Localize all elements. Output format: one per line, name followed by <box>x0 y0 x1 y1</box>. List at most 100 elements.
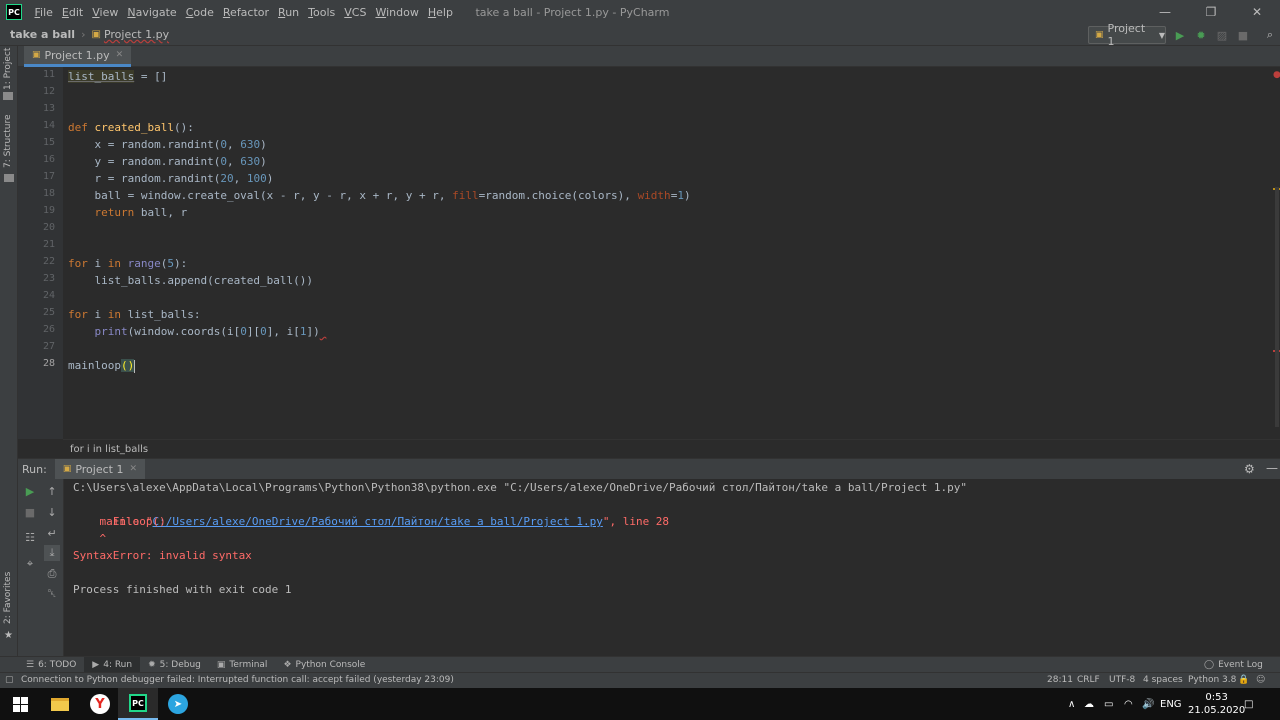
debug-tool-button[interactable]: ✹ 5: Debug <box>140 657 209 673</box>
wifi-icon[interactable]: ◠ <box>1124 688 1133 720</box>
onedrive-icon[interactable]: ☁ <box>1084 688 1094 720</box>
gear-icon[interactable]: ⚙ <box>1244 462 1255 476</box>
code-editor[interactable]: list_balls = [] def created_ball(): x = … <box>63 67 1273 439</box>
soft-wrap-icon[interactable]: ↵ <box>44 525 60 541</box>
line-number: 11 <box>42 69 55 80</box>
line-number: 24 <box>42 290 55 301</box>
status-toggle-icon[interactable]: ▢ <box>5 675 14 685</box>
run-tool-button[interactable]: ▶ 4: Run <box>84 656 141 673</box>
code-line-11: list_balls = [] <box>68 70 168 83</box>
menu-navigate[interactable]: Navigate <box>123 6 181 19</box>
pycharm-taskbar-icon[interactable]: PC <box>118 688 158 720</box>
arrow-up-icon[interactable]: ↑ <box>44 483 60 499</box>
console-traceback-file: File "C:/Users/alexe/OneDrive/Рабочий ст… <box>73 496 669 528</box>
rerun-icon[interactable]: ▶ <box>22 483 38 499</box>
line-number: 20 <box>42 222 55 233</box>
run-icon[interactable]: ▶ <box>1172 27 1188 43</box>
code-breadcrumb[interactable]: for i in list_balls <box>63 439 1280 458</box>
line-number: 14 <box>42 120 55 131</box>
indent-setting[interactable]: 4 spaces <box>1143 675 1183 685</box>
show-hidden-icons[interactable]: ∧ <box>1068 688 1075 720</box>
terminal-tool-button[interactable]: ▣ Terminal <box>209 657 276 673</box>
coverage-icon[interactable]: ▨ <box>1214 27 1230 43</box>
input-language[interactable]: ENG <box>1160 688 1182 720</box>
stop-icon[interactable]: ■ <box>22 504 38 520</box>
stop-icon[interactable]: ■ <box>1235 27 1251 43</box>
minimize-icon[interactable]: — <box>1142 0 1188 24</box>
menu-tools[interactable]: Tools <box>304 6 340 19</box>
notifications-icon[interactable]: □ <box>1244 688 1253 720</box>
event-log-label: Event Log <box>1218 659 1263 670</box>
menu-code[interactable]: Code <box>181 6 218 19</box>
line-number: 18 <box>42 188 55 199</box>
run-panel-label: Run: <box>22 462 47 476</box>
traceback-file-link[interactable]: C:/Users/alexe/OneDrive/Рабочий стол/Пай… <box>152 515 602 528</box>
volume-icon[interactable]: 🔊 <box>1142 688 1154 720</box>
event-log-tool-button[interactable]: ◯ Event Log <box>1196 657 1271 673</box>
telegram-icon[interactable]: ➤ <box>158 688 198 720</box>
scroll-to-end-icon[interactable]: ⤓ <box>44 545 60 561</box>
breadcrumb-project[interactable]: take a ball <box>10 28 75 41</box>
python-console-tool-button[interactable]: ❖ Python Console <box>275 657 373 673</box>
line-separator[interactable]: CRLF <box>1077 675 1100 685</box>
interpreter-setting[interactable]: Python 3.8 <box>1188 675 1236 685</box>
windows-start-icon[interactable] <box>0 688 40 720</box>
menu-refactor[interactable]: Refactor <box>218 6 273 19</box>
inspector-icon[interactable]: ☺ <box>1256 675 1265 685</box>
favorites-tool-tab[interactable]: 2: Favorites <box>3 572 13 624</box>
file-encoding[interactable]: UTF-8 <box>1109 675 1135 685</box>
close-icon[interactable]: ✕ <box>1234 0 1280 24</box>
menu-view[interactable]: View <box>88 6 123 19</box>
todo-tool-button[interactable]: ☰ 6: TODO <box>18 657 84 673</box>
print-icon[interactable]: ⎙ <box>44 566 60 582</box>
editor-tab-bar: ▣ Project 1.py ✕ <box>18 46 1280 67</box>
editor-scrollbar[interactable] <box>1275 187 1279 427</box>
line-number: 13 <box>42 103 55 114</box>
file-explorer-icon[interactable] <box>40 688 80 720</box>
clock[interactable]: 0:53 21.05.2020 <box>1188 688 1245 720</box>
trash-icon[interactable]: ␡ <box>44 586 60 602</box>
menu-file[interactable]: File <box>30 6 57 19</box>
run-configuration-select[interactable]: ▣ Project 1 ▼ <box>1088 22 1166 48</box>
yandex-browser-icon[interactable]: Y <box>80 688 120 720</box>
python-file-icon: ▣ <box>62 464 72 474</box>
menu-run[interactable]: Run <box>274 6 304 19</box>
error-stripe[interactable]: ● <box>1273 67 1280 439</box>
menu-window[interactable]: Window <box>371 6 423 19</box>
debug-icon[interactable]: ✹ <box>1193 27 1209 43</box>
network-icon[interactable]: ▭ <box>1104 688 1113 720</box>
run-tab-project1[interactable]: ▣ Project 1 ✕ <box>54 458 146 480</box>
run-console[interactable]: C:\Users\alexe\AppData\Local\Programs\Py… <box>64 479 1280 656</box>
menu-vcs[interactable]: VCS <box>340 6 371 19</box>
chevron-right-icon: › <box>81 28 86 41</box>
structure-icon[interactable] <box>4 174 14 182</box>
close-tab-icon[interactable]: ✕ <box>116 50 124 60</box>
caret-position[interactable]: 28:11 <box>1047 675 1073 685</box>
error-indicator-icon[interactable]: ● <box>1273 70 1280 80</box>
project-tool-tab[interactable]: 1: Project <box>3 48 13 90</box>
lock-icon[interactable]: 🔒 <box>1238 675 1249 685</box>
line-number: 21 <box>42 239 55 250</box>
menu-edit[interactable]: Edit <box>57 6 87 19</box>
menu-help[interactable]: Help <box>423 6 457 19</box>
python-file-icon: ▣ <box>1095 30 1104 40</box>
close-tab-icon[interactable]: ✕ <box>129 464 137 474</box>
layout-icon[interactable]: ☷ <box>22 529 38 545</box>
editor-tab-project1[interactable]: ▣ Project 1.py ✕ <box>24 46 132 67</box>
navigation-bar: take a ball › ▣ Project 1.py ▣ Project 1… <box>0 22 1280 48</box>
breadcrumb-file[interactable]: Project 1.py <box>104 28 169 41</box>
folder-icon[interactable] <box>3 92 13 100</box>
console-error-message: SyntaxError: invalid syntax <box>73 549 252 562</box>
pin-icon[interactable]: ⌖ <box>22 556 38 572</box>
restore-icon[interactable]: ❐ <box>1188 0 1234 24</box>
python-console-label: Python Console <box>295 659 366 670</box>
status-message[interactable]: Connection to Python debugger failed: In… <box>21 675 454 685</box>
hide-panel-icon[interactable]: — <box>1266 461 1278 475</box>
arrow-down-icon[interactable]: ↓ <box>44 504 60 520</box>
chevron-down-icon: ▼ <box>1158 30 1165 40</box>
bug-icon: ✹ <box>148 659 156 670</box>
star-icon[interactable]: ★ <box>4 630 13 641</box>
line-number: 16 <box>42 154 55 165</box>
search-icon[interactable]: ⌕ <box>1262 27 1278 43</box>
structure-tool-tab[interactable]: 7: Structure <box>3 115 13 169</box>
